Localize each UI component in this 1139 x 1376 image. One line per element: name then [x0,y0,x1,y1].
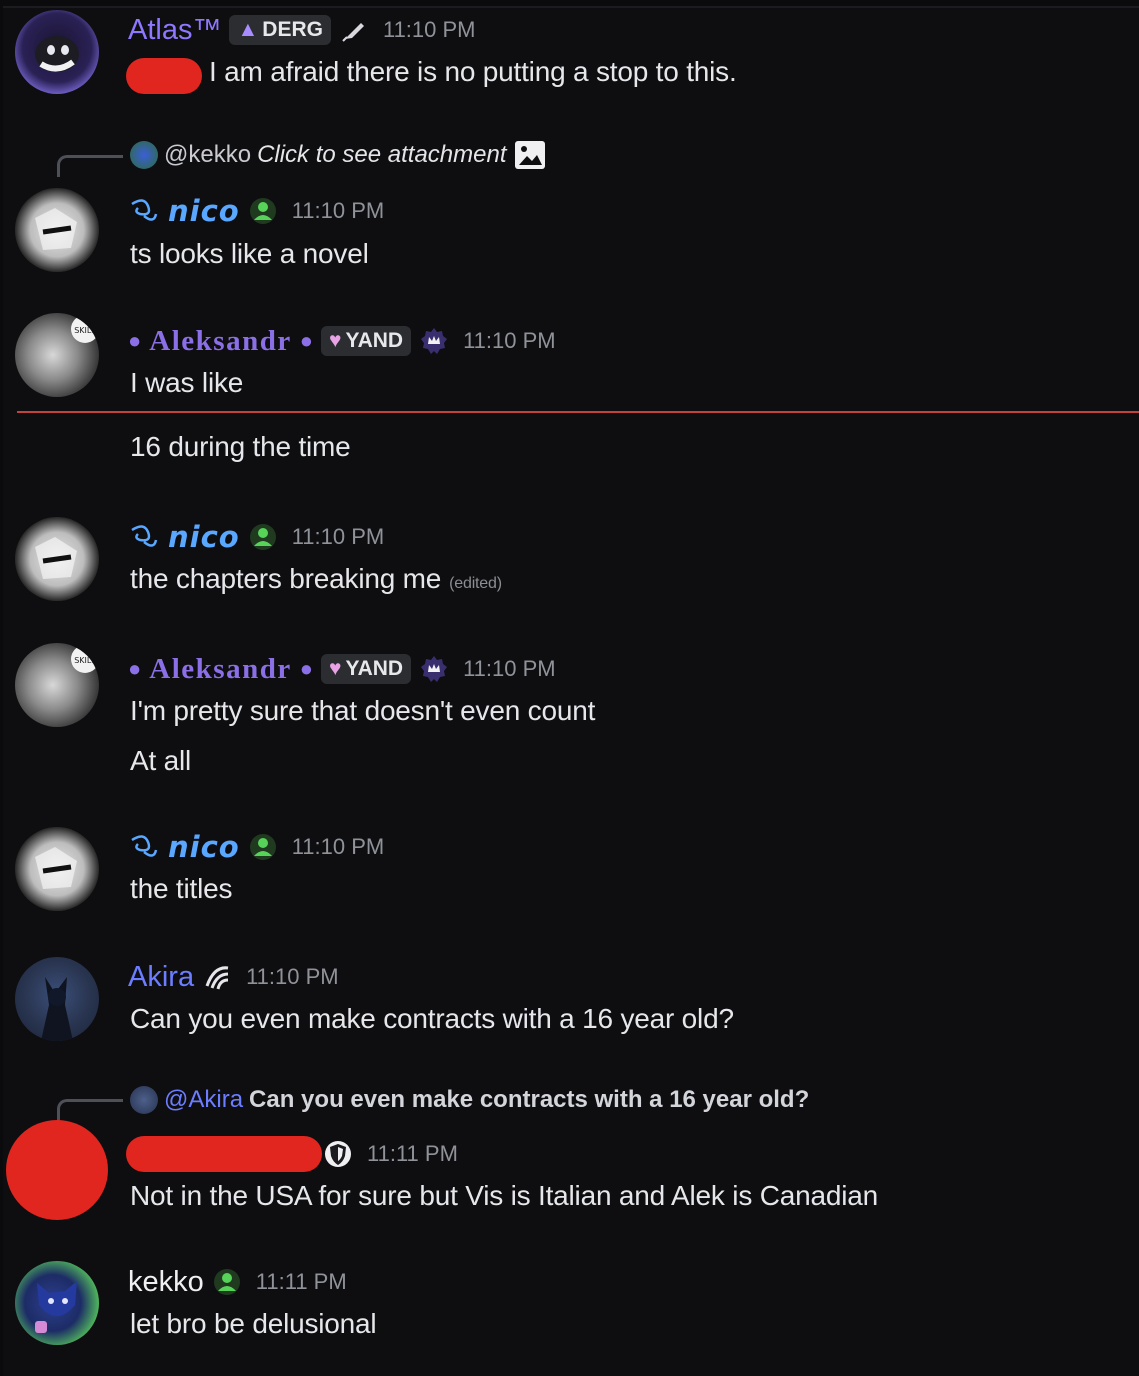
name-dot-icon: ● [128,328,142,353]
message-header: ● Aleksandr ● ♥ YAND 11:10 PM [128,651,556,687]
tag-label: YAND [345,657,404,680]
avatar-art-icon [35,36,79,72]
avatar[interactable] [15,188,99,272]
crown-role-icon [421,328,448,354]
avatar[interactable]: SKILL [15,643,99,727]
reply-username[interactable]: @Akira [164,1086,243,1114]
avatar[interactable] [15,10,99,94]
avatar-art-icon [41,977,73,1041]
member-badge-icon [249,834,276,860]
server-tag[interactable]: ♥ YAND [321,326,412,356]
username[interactable]: nico [168,520,240,554]
member-badge-icon [213,1269,240,1295]
reply-avatar [130,1086,158,1114]
reply-text[interactable]: Click to see attachment [257,141,506,169]
pen-role-icon [342,23,364,42]
swirl-role-icon [131,525,158,547]
avatar[interactable] [15,827,99,911]
shield-role-icon [325,1141,351,1167]
heart-icon: ♥ [329,329,342,352]
server-tag[interactable]: ▲ DERG [229,15,331,45]
avatar[interactable] [15,1261,99,1345]
message-text: Can you even make contracts with a 16 ye… [130,1003,734,1034]
swirl-role-icon [131,199,158,221]
username[interactable]: Atlas™ [128,14,221,47]
reply-username[interactable]: @kekko [164,141,251,169]
avatar[interactable]: SKILL [15,313,99,397]
username[interactable]: nico [168,194,240,228]
username[interactable]: Akira [128,961,194,994]
avatar[interactable] [15,517,99,601]
name-dot-icon: ● [299,328,314,353]
message-text: let bro be delusional [130,1308,377,1339]
username[interactable]: kekko [128,1266,204,1299]
name-dot-icon: ● [299,656,314,681]
crown-role-icon [421,656,448,682]
message-header: kekko 11:11 PM [128,1264,347,1300]
reply-preview[interactable]: @kekko Click to see attachment [130,139,547,171]
swirl-role-icon [131,835,158,857]
edited-label: (edited) [449,575,502,592]
username[interactable]: nico [168,830,240,864]
message-header: ● Aleksandr ● ♥ YAND 11:10 PM [128,323,556,359]
reply-avatar [130,141,158,169]
reply-connector [57,1099,123,1121]
svg-text:SKILL: SKILL [74,656,96,665]
avatar-art-icon [35,1281,77,1333]
avatar-art-icon: SKILL [71,645,99,673]
timestamp: 11:11 PM [255,1269,347,1294]
message-text: the titles [130,873,233,904]
avatar-art-icon: SKILL [71,315,99,343]
timestamp: 11:10 PM [463,328,556,353]
message-text: I was like [130,367,244,398]
tag-icon: ▲ [237,18,259,41]
message-text: 16 during the time [130,431,351,462]
reply-text[interactable]: Can you even make contracts with a 16 ye… [249,1086,809,1114]
redacted-avatar [6,1120,108,1220]
member-badge-icon [249,198,276,224]
message-text: Not in the USA for sure but Vis is Itali… [130,1180,878,1211]
timestamp: 11:10 PM [463,656,556,681]
new-messages-divider [17,411,1139,413]
server-tag[interactable]: ♥ YAND [321,654,412,684]
message-text: I'm pretty sure that doesn't even count [130,695,596,726]
svg-text:SKILL: SKILL [74,326,96,335]
avatar-art-icon [35,208,77,250]
message-text-row: the chapters breaking me (edited) [130,563,502,595]
message-header: nico 11:10 PM [128,829,384,865]
username[interactable]: Aleksandr [149,653,291,686]
timestamp: 11:10 PM [291,198,385,223]
username[interactable]: Aleksandr [149,325,291,358]
message-header: nico 11:10 PM [128,193,384,229]
timestamp: 11:10 PM [382,17,476,42]
member-badge-icon [249,524,276,550]
message-header: Akira 11:10 PM [128,959,339,995]
tag-label: DERG [262,18,323,41]
message-text: At all [130,745,192,776]
timestamp: 11:10 PM [246,964,339,989]
reply-preview[interactable]: @Akira Can you even make contracts with … [130,1084,809,1116]
timestamp: 11:10 PM [291,524,385,549]
message-header: 11:11 PM [323,1136,458,1172]
tag-label: YAND [345,329,404,352]
message-text: I am afraid there is no putting a stop t… [209,56,737,87]
name-dot-icon: ● [128,656,142,681]
heart-icon: ♥ [329,657,342,680]
timestamp: 11:10 PM [291,834,385,859]
reply-connector [57,155,123,177]
message-header: nico 11:10 PM [128,519,384,555]
image-attachment-icon [514,141,545,169]
message-header: Atlas™ ▲ DERG 11:10 PM [128,12,476,48]
message-text: ts looks like a novel [130,238,369,269]
message-text: the chapters breaking me [130,563,442,594]
redaction-mark [126,58,202,94]
avatar[interactable] [15,957,99,1041]
claw-role-icon [205,966,229,990]
redacted-username [126,1136,322,1172]
avatar-art-icon [35,537,77,579]
chat-panel: Atlas™ ▲ DERG 11:10 PM I am afraid there… [3,6,1139,1376]
timestamp: 11:11 PM [367,1141,458,1166]
avatar-art-icon [35,847,77,889]
